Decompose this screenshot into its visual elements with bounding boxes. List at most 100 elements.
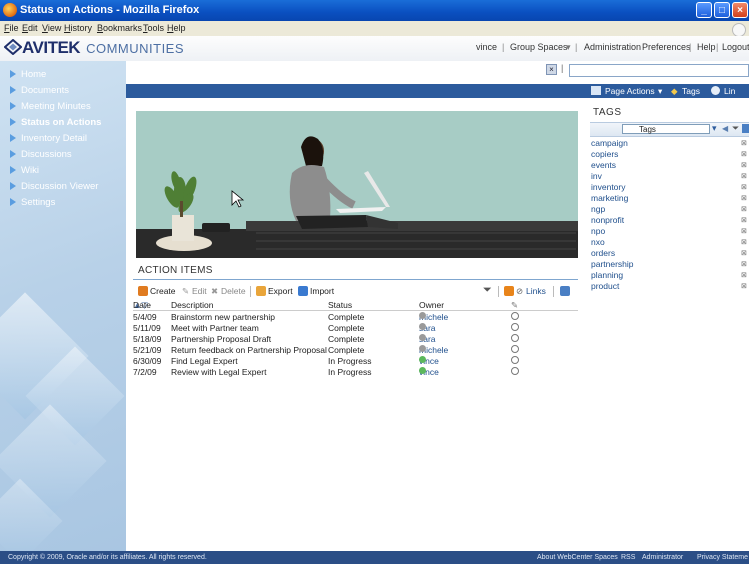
table-row[interactable]: 5/21/09 Return feedback on Partnership P… <box>133 345 578 356</box>
links-button[interactable]: Lin <box>724 86 735 96</box>
tag-remove-icon[interactable]: ⊠ <box>741 150 747 158</box>
tag-link[interactable]: orders <box>591 248 615 258</box>
cell-description[interactable]: Meet with Partner team <box>171 323 259 333</box>
rss-icon[interactable] <box>504 286 514 296</box>
tag-cloud-icon[interactable]: ◀ <box>722 124 728 133</box>
import-button[interactable]: Import <box>310 286 334 296</box>
logo[interactable]: AVITEK COMMUNITIES <box>3 38 184 58</box>
chevron-down-icon[interactable]: ▾ <box>712 123 717 134</box>
cell-owner[interactable]: michele <box>419 312 448 322</box>
tag-link[interactable]: npo <box>591 226 605 236</box>
chevron-down-icon[interactable]: ▾ <box>566 42 571 53</box>
cell-owner[interactable]: vince <box>419 356 439 366</box>
menu-history[interactable]: History <box>64 23 92 33</box>
logout-link[interactable]: Logout <box>722 42 749 52</box>
cell-description[interactable]: Review with Legal Expert <box>171 367 266 377</box>
tag-remove-icon[interactable]: ⊠ <box>741 216 747 224</box>
delete-button[interactable]: Delete <box>221 286 246 296</box>
tag-remove-icon[interactable]: ⊠ <box>741 172 747 180</box>
chevron-down-icon[interactable]: ▾ <box>658 86 662 97</box>
tags-button[interactable]: Tags <box>682 86 700 96</box>
tag-remove-icon[interactable]: ⊠ <box>741 194 747 202</box>
tag-link[interactable]: product <box>591 281 619 291</box>
filter-icon[interactable]: ⏷ <box>483 284 492 297</box>
column-status[interactable]: Status <box>328 300 352 310</box>
table-row[interactable]: 5/4/09 Brainstorm new partnership Comple… <box>133 312 578 323</box>
nav-item-discussion-viewer[interactable]: Discussion Viewer <box>10 181 98 192</box>
tag-link[interactable]: nxo <box>591 237 605 247</box>
menu-bookmarks[interactable]: Bookmarks <box>97 23 142 33</box>
refresh-icon[interactable] <box>560 286 570 296</box>
administrator-link[interactable]: Administrator <box>642 554 683 561</box>
tag-link[interactable]: nonprofit <box>591 215 624 225</box>
tag-remove-icon[interactable]: ⊠ <box>741 139 747 147</box>
close-panel-icon[interactable]: × <box>546 64 557 75</box>
tag-link[interactable]: events <box>591 160 616 170</box>
edit-button[interactable]: Edit <box>192 286 207 296</box>
refresh-icon[interactable] <box>742 124 749 133</box>
tag-remove-icon[interactable]: ⊠ <box>741 260 747 268</box>
tags-select[interactable]: Tags <box>622 124 710 134</box>
rss-link[interactable]: RSS <box>621 554 635 561</box>
page-actions-menu[interactable]: Page Actions <box>605 86 655 96</box>
cell-owner[interactable]: vince <box>419 367 439 377</box>
cell-owner[interactable]: michele <box>419 345 448 355</box>
nav-item-wiki[interactable]: Wiki <box>10 165 39 176</box>
group-spaces-menu[interactable]: Group Spaces <box>510 42 568 52</box>
menu-view[interactable]: View <box>42 23 61 33</box>
tag-remove-icon[interactable]: ⊠ <box>741 227 747 235</box>
table-row[interactable]: 6/30/09 Find Legal Expert In Progress vi… <box>133 356 578 367</box>
cell-description[interactable]: Find Legal Expert <box>171 356 238 366</box>
tag-link[interactable]: partnership <box>591 259 634 269</box>
cell-owner[interactable]: sara <box>419 334 436 344</box>
export-button[interactable]: Export <box>268 286 293 296</box>
cell-description[interactable]: Return feedback on Partnership Proposal <box>171 345 327 355</box>
tag-remove-icon[interactable]: ⊠ <box>741 271 747 279</box>
links-button[interactable]: Links <box>526 286 546 296</box>
column-date[interactable]: Date ▲▽ <box>133 300 151 311</box>
table-row[interactable]: 5/11/09 Meet with Partner team Complete … <box>133 323 578 334</box>
tag-link[interactable]: marketing <box>591 193 628 203</box>
create-button[interactable]: Create <box>150 286 176 296</box>
nav-item-home[interactable]: Home <box>10 69 46 80</box>
tag-remove-icon[interactable]: ⊠ <box>741 238 747 246</box>
cell-description[interactable]: Brainstorm new partnership <box>171 312 275 322</box>
tag-link[interactable]: copiers <box>591 149 618 159</box>
cell-description[interactable]: Partnership Proposal Draft <box>171 334 271 344</box>
cell-owner[interactable]: sara <box>419 323 436 333</box>
tag-remove-icon[interactable]: ⊠ <box>741 161 747 169</box>
filter-icon[interactable]: ⏷ <box>732 123 739 134</box>
column-description[interactable]: Description <box>171 300 214 310</box>
tag-link[interactable]: inventory <box>591 182 626 192</box>
nav-item-meeting-minutes[interactable]: Meeting Minutes <box>10 101 91 112</box>
nav-item-inventory-detail[interactable]: Inventory Detail <box>10 133 87 144</box>
minimize-button[interactable]: _ <box>696 2 712 18</box>
tag-remove-icon[interactable]: ⊠ <box>741 249 747 257</box>
tag-remove-icon[interactable]: ⊠ <box>741 183 747 191</box>
tag-remove-icon[interactable]: ⊠ <box>741 205 747 213</box>
administration-link[interactable]: Administration <box>584 42 641 52</box>
privacy-link[interactable]: Privacy Stateme <box>697 554 748 561</box>
table-row[interactable]: 5/18/09 Partnership Proposal Draft Compl… <box>133 334 578 345</box>
tag-link[interactable]: ngp <box>591 204 605 214</box>
preferences-link[interactable]: Preferences <box>642 42 691 52</box>
tag-link[interactable]: campaign <box>591 138 628 148</box>
tag-link[interactable]: planning <box>591 270 623 280</box>
menu-edit[interactable]: Edit <box>22 23 38 33</box>
help-link[interactable]: Help <box>697 42 716 52</box>
nav-item-settings[interactable]: Settings <box>10 197 55 208</box>
tag-link[interactable]: inv <box>591 171 602 181</box>
menu-help[interactable]: Help <box>167 23 186 33</box>
close-button[interactable]: × <box>732 2 748 18</box>
maximize-button[interactable]: □ <box>714 2 730 18</box>
nav-item-documents[interactable]: Documents <box>10 85 69 96</box>
table-row[interactable]: 7/2/09 Review with Legal Expert In Progr… <box>133 367 578 378</box>
column-owner[interactable]: Owner <box>419 300 444 310</box>
tag-remove-icon[interactable]: ⊠ <box>741 282 747 290</box>
menu-tools[interactable]: Tools <box>143 23 164 33</box>
nav-item-status-on-actions[interactable]: Status on Actions <box>10 117 101 128</box>
about-link[interactable]: About WebCenter Spaces <box>537 554 618 561</box>
menu-file[interactable]: File <box>4 23 19 33</box>
search-input[interactable] <box>569 64 749 77</box>
nav-item-discussions[interactable]: Discussions <box>10 149 72 160</box>
